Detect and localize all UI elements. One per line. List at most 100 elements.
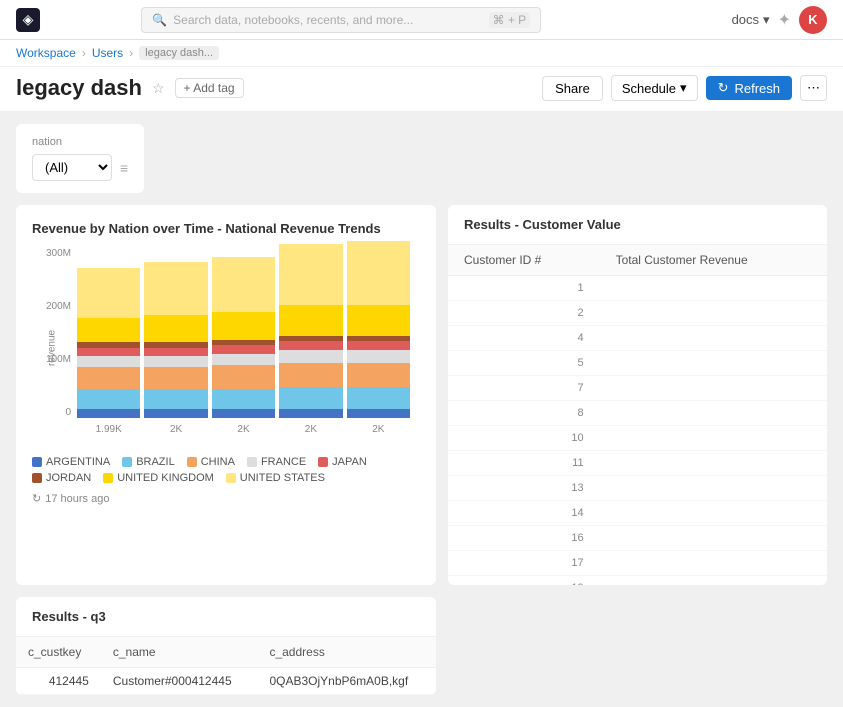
- legend-item: FRANCE: [247, 456, 306, 468]
- bar-group-4[interactable]: [347, 241, 410, 418]
- bar-group-0[interactable]: [77, 268, 140, 418]
- bar-segment-0-0: [77, 409, 140, 418]
- bar-segment-4-3: [347, 350, 410, 363]
- customer-id-cell: 7: [448, 376, 600, 401]
- revenue-cell: [600, 326, 827, 351]
- x-label-2: 2K: [212, 420, 275, 448]
- bar-segment-0-4: [77, 348, 140, 357]
- bar-segment-2-0: [212, 409, 275, 418]
- bar-segment-0-6: [77, 318, 140, 342]
- customer-id-cell: 4: [448, 326, 600, 351]
- bar-segment-1-2: [144, 367, 207, 389]
- customer-id-cell: 17: [448, 551, 600, 576]
- revenue-cell: [600, 301, 827, 326]
- bar-segment-3-6: [279, 305, 342, 336]
- bar-segment-4-1: [347, 387, 410, 409]
- more-options-button[interactable]: ⋯: [800, 75, 827, 101]
- legend-item: JAPAN: [318, 456, 367, 468]
- customer-value-title: Results - Customer Value: [448, 205, 827, 245]
- search-shortcut: ⌘ + P: [489, 12, 531, 28]
- table-row: 14: [448, 501, 827, 526]
- star-icon[interactable]: ☆: [152, 80, 165, 97]
- customer-id-cell: 19: [448, 576, 600, 586]
- bar-segment-3-0: [279, 409, 342, 418]
- x-label-0: 1.99K: [77, 420, 140, 448]
- breadcrumb-users[interactable]: Users: [92, 46, 123, 60]
- bar-segment-2-2: [212, 365, 275, 389]
- legend-label: FRANCE: [261, 456, 306, 468]
- revenue-cell: [600, 476, 827, 501]
- col-total-revenue: Total Customer Revenue: [600, 245, 827, 276]
- table-header-row: Customer ID # Total Customer Revenue: [448, 245, 827, 276]
- y-label-300m: 300M: [46, 248, 71, 259]
- revenue-cell: [600, 576, 827, 586]
- sparkle-icon: ✦: [778, 10, 791, 30]
- legend-dot: [226, 473, 236, 483]
- y-label-100m: 100M: [46, 354, 71, 365]
- bar-segment-4-4: [347, 341, 410, 350]
- bar-segment-3-4: [279, 341, 342, 350]
- nation-filter-select[interactable]: (All): [32, 154, 112, 181]
- legend-item: ARGENTINA: [32, 456, 110, 468]
- results-q3-title: Results - q3: [16, 597, 436, 637]
- table-row: 1: [448, 276, 827, 301]
- bar-segment-4-2: [347, 363, 410, 387]
- table-row: 7: [448, 376, 827, 401]
- breadcrumb-sep1: ›: [82, 46, 86, 60]
- refresh-small-icon: ↻: [32, 492, 41, 505]
- refresh-label: Refresh: [734, 81, 780, 96]
- customer-id-cell: 8: [448, 401, 600, 426]
- customer-value-table-container[interactable]: Customer ID # Total Customer Revenue 124…: [448, 245, 827, 585]
- share-button[interactable]: Share: [542, 76, 603, 101]
- y-label-0: 0: [65, 407, 71, 418]
- bar-segment-0-1: [77, 389, 140, 409]
- customer-value-panel: Results - Customer Value Customer ID # T…: [448, 205, 827, 585]
- legend-dot: [103, 473, 113, 483]
- table-row: 5: [448, 351, 827, 376]
- customer-id-cell: 14: [448, 501, 600, 526]
- add-tag-button[interactable]: + Add tag: [175, 78, 244, 98]
- chart-legend: ARGENTINABRAZILCHINAFRANCEJAPAN: [32, 456, 420, 468]
- avatar[interactable]: K: [799, 6, 827, 34]
- refresh-button[interactable]: ↻ Refresh: [706, 76, 792, 100]
- results-q3-panel: Results - q3 c_custkey c_name c_address …: [16, 597, 436, 695]
- customer-id-cell: 10: [448, 426, 600, 451]
- revenue-cell: [600, 376, 827, 401]
- table-row: 10: [448, 426, 827, 451]
- bar-segment-3-1: [279, 387, 342, 409]
- breadcrumb: Workspace › Users › legacy dash...: [0, 40, 843, 67]
- schedule-label: Schedule: [622, 81, 676, 96]
- chart-timestamp: ↻ 17 hours ago: [32, 492, 420, 505]
- table-row: 8: [448, 401, 827, 426]
- x-label-1: 2K: [144, 420, 207, 448]
- table-row: 4: [448, 326, 827, 351]
- bar-segment-4-6: [347, 305, 410, 336]
- bar-segment-2-7: [212, 257, 275, 312]
- legend-label: UNITED STATES: [240, 472, 325, 484]
- breadcrumb-sep2: ›: [129, 46, 133, 60]
- legend-label: UNITED KINGDOM: [117, 472, 214, 484]
- bar-segment-1-1: [144, 389, 207, 409]
- bar-segment-2-4: [212, 345, 275, 354]
- filter-action-icon[interactable]: ≡: [120, 160, 128, 176]
- docs-button[interactable]: docs ▾: [732, 12, 770, 28]
- breadcrumb-workspace[interactable]: Workspace: [16, 46, 76, 60]
- page-header: legacy dash ☆ + Add tag Share Schedule ▾…: [0, 67, 843, 112]
- bar-segment-3-2: [279, 363, 342, 387]
- legend-dot: [318, 457, 328, 467]
- bar-group-1[interactable]: [144, 262, 207, 418]
- bottom-panels: Results - q3 c_custkey c_name c_address …: [16, 597, 827, 695]
- table-row: 2: [448, 301, 827, 326]
- bar-segment-2-3: [212, 354, 275, 365]
- col-customer-id: Customer ID #: [448, 245, 600, 276]
- chart-title: Revenue by Nation over Time - National R…: [32, 221, 420, 236]
- bar-segment-1-0: [144, 409, 207, 418]
- bar-segment-4-0: [347, 409, 410, 418]
- search-bar[interactable]: 🔍 Search data, notebooks, recents, and m…: [141, 7, 541, 33]
- search-placeholder: Search data, notebooks, recents, and mor…: [173, 13, 482, 27]
- y-axis: 300M 200M 100M 0: [32, 248, 77, 418]
- bar-group-2[interactable]: [212, 257, 275, 418]
- legend-label: ARGENTINA: [46, 456, 110, 468]
- schedule-button[interactable]: Schedule ▾: [611, 75, 698, 101]
- bar-group-3[interactable]: [279, 244, 342, 418]
